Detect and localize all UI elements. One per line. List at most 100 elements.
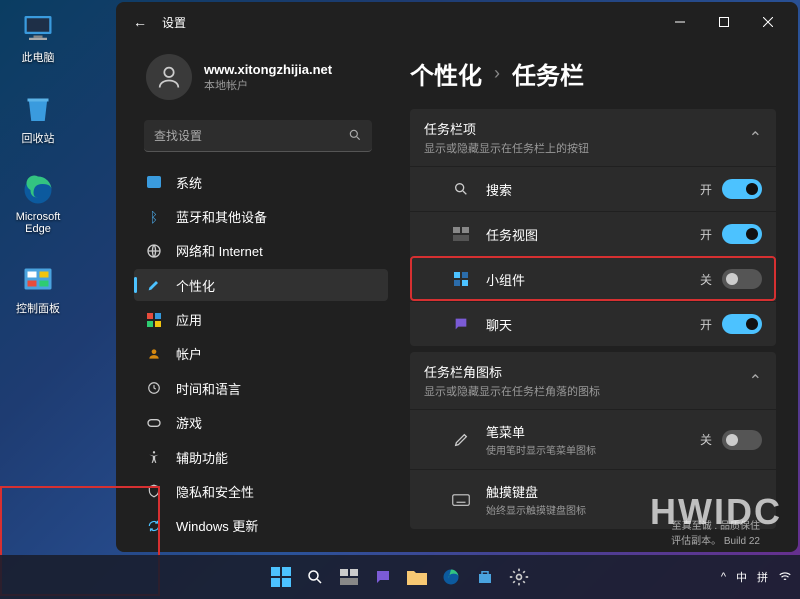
- chevron-up-icon: ⌃: [749, 128, 762, 148]
- taskbar-settings-icon[interactable]: [505, 563, 533, 591]
- row-subtitle: 始终显示触摸键盘图标: [486, 502, 762, 517]
- desktop-icon-recycle-bin[interactable]: 回收站: [6, 91, 70, 146]
- nav-label: 蓝牙和其他设备: [176, 207, 267, 226]
- settings-window: ← 设置 www.xitongzhijia.net 本地帐户: [116, 2, 798, 552]
- tray-ime[interactable]: 拼: [757, 569, 768, 585]
- network-icon: [146, 243, 162, 259]
- close-button[interactable]: [746, 7, 790, 37]
- toggle-search[interactable]: [722, 179, 762, 199]
- avatar-icon: [146, 54, 192, 100]
- search-input[interactable]: [144, 120, 372, 152]
- chevron-right-icon: ›: [494, 63, 500, 84]
- maximize-button[interactable]: [702, 7, 746, 37]
- sidebar: www.xitongzhijia.net 本地帐户 系统 ᛒ蓝牙和其他设备 网络…: [116, 42, 396, 552]
- taskbar-chat-icon[interactable]: [369, 563, 397, 591]
- desktop-label: 此电脑: [22, 49, 55, 65]
- back-button[interactable]: ←: [124, 14, 156, 30]
- toggle-taskview[interactable]: [722, 224, 762, 244]
- nav-label: 帐户: [176, 344, 202, 363]
- search-box: [144, 120, 372, 152]
- toggle-chat[interactable]: [722, 314, 762, 334]
- section-header[interactable]: 任务栏项 显示或隐藏显示在任务栏上的按钮 ⌃: [410, 109, 776, 166]
- row-title: 小组件: [486, 270, 700, 289]
- control-panel-icon: [20, 261, 56, 297]
- toggle-state: 开: [700, 316, 712, 333]
- setting-chat: 聊天 开: [410, 301, 776, 346]
- row-title: 聊天: [486, 315, 700, 334]
- taskbar-explorer-icon[interactable]: [403, 563, 431, 591]
- user-block[interactable]: www.xitongzhijia.net 本地帐户: [134, 48, 388, 114]
- section-subtitle: 显示或隐藏显示在任务栏角落的图标: [424, 383, 749, 399]
- setting-pen: 笔菜单 使用笔时显示笔菜单图标 关: [410, 409, 776, 469]
- nav-apps[interactable]: 应用: [134, 303, 388, 335]
- nav-label: 辅助功能: [176, 448, 228, 467]
- edge-icon: [20, 172, 56, 208]
- footer-text: 至真至诚 . 品质保住 评估副本。 Build 22: [671, 517, 760, 547]
- window-title: 设置: [162, 14, 186, 31]
- tray-chevron-icon[interactable]: ^: [721, 571, 726, 583]
- keyboard-icon: [450, 494, 472, 506]
- row-title: 笔菜单: [486, 422, 700, 441]
- personalization-icon: [146, 277, 162, 293]
- toggle-widgets[interactable]: [722, 269, 762, 289]
- section-header[interactable]: 任务栏角图标 显示或隐藏显示在任务栏角落的图标 ⌃: [410, 352, 776, 409]
- nav-update[interactable]: Windows 更新: [134, 510, 388, 542]
- nav-personalization[interactable]: 个性化: [134, 269, 388, 301]
- desktop-icon-edge[interactable]: Microsoft Edge: [6, 172, 70, 235]
- section-title: 任务栏项: [424, 119, 749, 138]
- user-subtitle: 本地帐户: [204, 77, 332, 93]
- main-content: 个性化 › 任务栏 任务栏项 显示或隐藏显示在任务栏上的按钮 ⌃ 搜索 开: [396, 42, 798, 552]
- breadcrumb-parent[interactable]: 个性化: [410, 56, 482, 91]
- desktop-label: Microsoft Edge: [6, 211, 70, 235]
- nav-time[interactable]: 时间和语言: [134, 372, 388, 404]
- pen-icon: [450, 432, 472, 448]
- nav-label: 系统: [176, 173, 202, 192]
- desktop-label: 控制面板: [16, 300, 60, 316]
- chat-icon: [450, 316, 472, 332]
- user-name: www.xitongzhijia.net: [204, 62, 332, 77]
- footer-line: 评估副本。 Build 22: [671, 532, 760, 547]
- desktop-icon-this-pc[interactable]: 此电脑: [6, 10, 70, 65]
- nav-list: 系统 ᛒ蓝牙和其他设备 网络和 Internet 个性化 应用 帐户 时间和语言…: [134, 166, 388, 542]
- minimize-button[interactable]: [658, 7, 702, 37]
- taskbar-taskview-icon[interactable]: [335, 563, 363, 591]
- titlebar: ← 设置: [116, 2, 798, 42]
- setting-widgets: 小组件 关: [410, 256, 776, 301]
- tray-ime[interactable]: 中: [736, 569, 747, 585]
- nav-network[interactable]: 网络和 Internet: [134, 235, 388, 267]
- desktop-icons: 此电脑 回收站 Microsoft Edge 控制面板: [6, 10, 70, 316]
- row-title: 任务视图: [486, 225, 700, 244]
- nav-label: Windows 更新: [176, 516, 258, 535]
- widgets-icon: [450, 272, 472, 286]
- system-icon: [146, 174, 162, 190]
- nav-accessibility[interactable]: 辅助功能: [134, 441, 388, 473]
- nav-gaming[interactable]: 游戏: [134, 407, 388, 439]
- taskbar-store-icon[interactable]: [471, 563, 499, 591]
- row-subtitle: 使用笔时显示笔菜单图标: [486, 442, 700, 457]
- setting-search: 搜索 开: [410, 166, 776, 211]
- nav-label: 隐私和安全性: [176, 482, 254, 501]
- recycle-bin-icon: [20, 91, 56, 127]
- toggle-pen[interactable]: [722, 430, 762, 450]
- taskbar: ^ 中 拼: [0, 555, 800, 599]
- desktop-icon-control-panel[interactable]: 控制面板: [6, 261, 70, 316]
- breadcrumb: 个性化 › 任务栏: [410, 56, 776, 91]
- nav-privacy[interactable]: 隐私和安全性: [134, 475, 388, 507]
- gaming-icon: [146, 415, 162, 431]
- taskbar-edge-icon[interactable]: [437, 563, 465, 591]
- nav-label: 个性化: [176, 276, 215, 295]
- time-icon: [146, 380, 162, 396]
- section-subtitle: 显示或隐藏显示在任务栏上的按钮: [424, 140, 749, 156]
- chevron-up-icon: ⌃: [749, 371, 762, 391]
- apps-icon: [146, 312, 162, 328]
- nav-system[interactable]: 系统: [134, 166, 388, 198]
- toggle-state: 开: [700, 226, 712, 243]
- taskview-icon: [450, 227, 472, 241]
- taskbar-search-icon[interactable]: [301, 563, 329, 591]
- privacy-icon: [146, 483, 162, 499]
- nav-accounts[interactable]: 帐户: [134, 338, 388, 370]
- tray-network-icon[interactable]: [778, 569, 792, 586]
- nav-bluetooth[interactable]: ᛒ蓝牙和其他设备: [134, 200, 388, 232]
- start-button[interactable]: [267, 563, 295, 591]
- breadcrumb-current: 任务栏: [512, 56, 584, 91]
